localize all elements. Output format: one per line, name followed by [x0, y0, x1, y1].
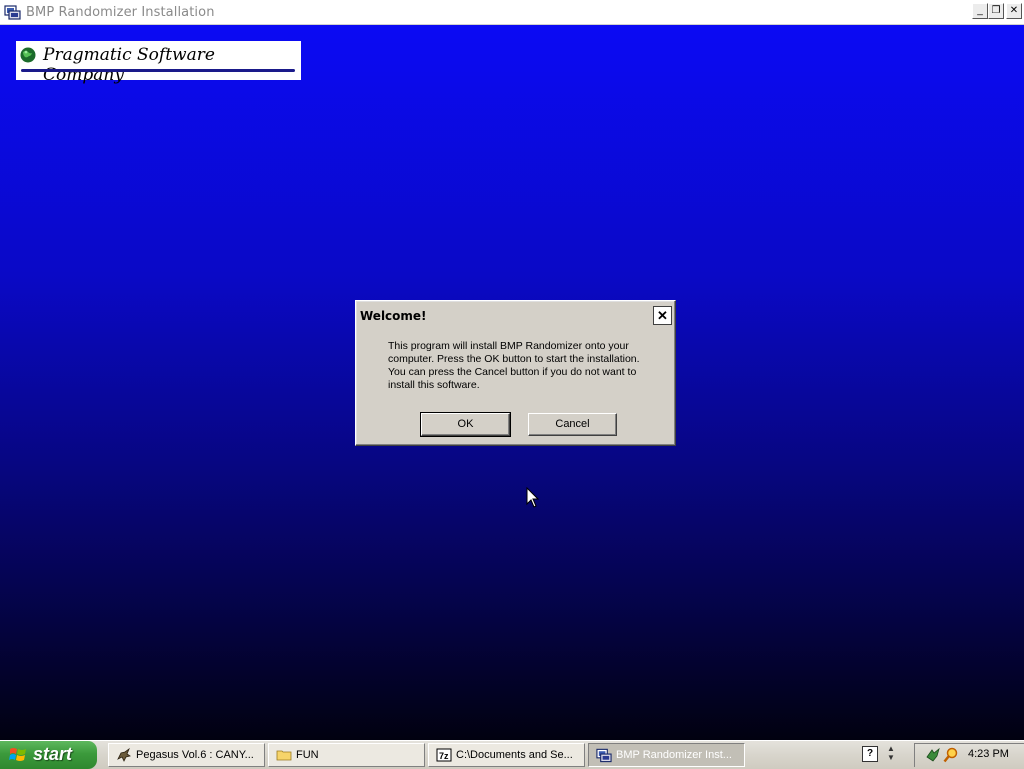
taskbar-item-label: FUN — [296, 749, 319, 761]
help-icon[interactable]: ? — [862, 746, 878, 762]
taskbar: start Pegasus Vol.6 : CANY... FUN 7z C:\… — [0, 740, 1024, 769]
company-name: Pragmatic Software Company — [43, 45, 215, 85]
restore-button[interactable]: ❐ — [988, 3, 1004, 19]
svg-text:7z: 7z — [439, 751, 449, 761]
taskbar-item-bmp-randomizer[interactable]: BMP Randomizer Inst... — [588, 743, 745, 767]
mouse-cursor-icon — [526, 487, 540, 508]
minimize-button[interactable]: _ — [972, 3, 988, 19]
dialog-close-button[interactable]: ✕ — [653, 306, 672, 325]
windows-flag-icon — [9, 748, 26, 761]
installer-icon — [4, 5, 21, 20]
dialog-message: This program will install BMP Randomizer… — [388, 340, 640, 391]
taskbar-item-7zip[interactable]: 7z C:\Documents and Se... — [428, 743, 585, 767]
taskbar-item-label: BMP Randomizer Inst... — [616, 749, 732, 761]
7zip-icon: 7z — [436, 748, 452, 762]
pegasus-icon — [117, 747, 131, 762]
clock[interactable]: 4:23 PM — [968, 748, 1009, 760]
window-title: BMP Randomizer Installation — [26, 5, 215, 20]
taskbar-item-pegasus[interactable]: Pegasus Vol.6 : CANY... — [108, 743, 265, 767]
ok-button[interactable]: OK — [420, 412, 511, 437]
folder-icon — [276, 750, 292, 761]
taskbar-item-label: C:\Documents and Se... — [456, 749, 573, 761]
tray-scroll-arrows-icon[interactable]: ▲ ▼ — [887, 744, 895, 762]
dialog-title: Welcome! — [360, 309, 427, 323]
globe-icon — [20, 47, 36, 63]
system-tray: 4:23 PM — [914, 743, 1024, 767]
search-tray-icon[interactable] — [943, 747, 959, 763]
installer-icon — [596, 748, 612, 763]
close-window-button[interactable]: ✕ — [1006, 3, 1022, 19]
taskbar-item-label: Pegasus Vol.6 : CANY... — [136, 749, 254, 761]
start-label: start — [33, 744, 73, 764]
start-button[interactable]: start — [0, 741, 97, 769]
company-underline — [21, 69, 295, 72]
taskbar-item-fun[interactable]: FUN — [268, 743, 425, 767]
welcome-dialog: Welcome! ✕ This program will install BMP… — [355, 300, 676, 446]
cancel-button[interactable]: Cancel — [528, 413, 617, 436]
installer-titlebar[interactable]: BMP Randomizer Installation _ ❐ ✕ — [0, 0, 1024, 25]
network-tray-icon[interactable] — [925, 747, 941, 763]
company-banner: Pragmatic Software Company — [16, 41, 301, 85]
